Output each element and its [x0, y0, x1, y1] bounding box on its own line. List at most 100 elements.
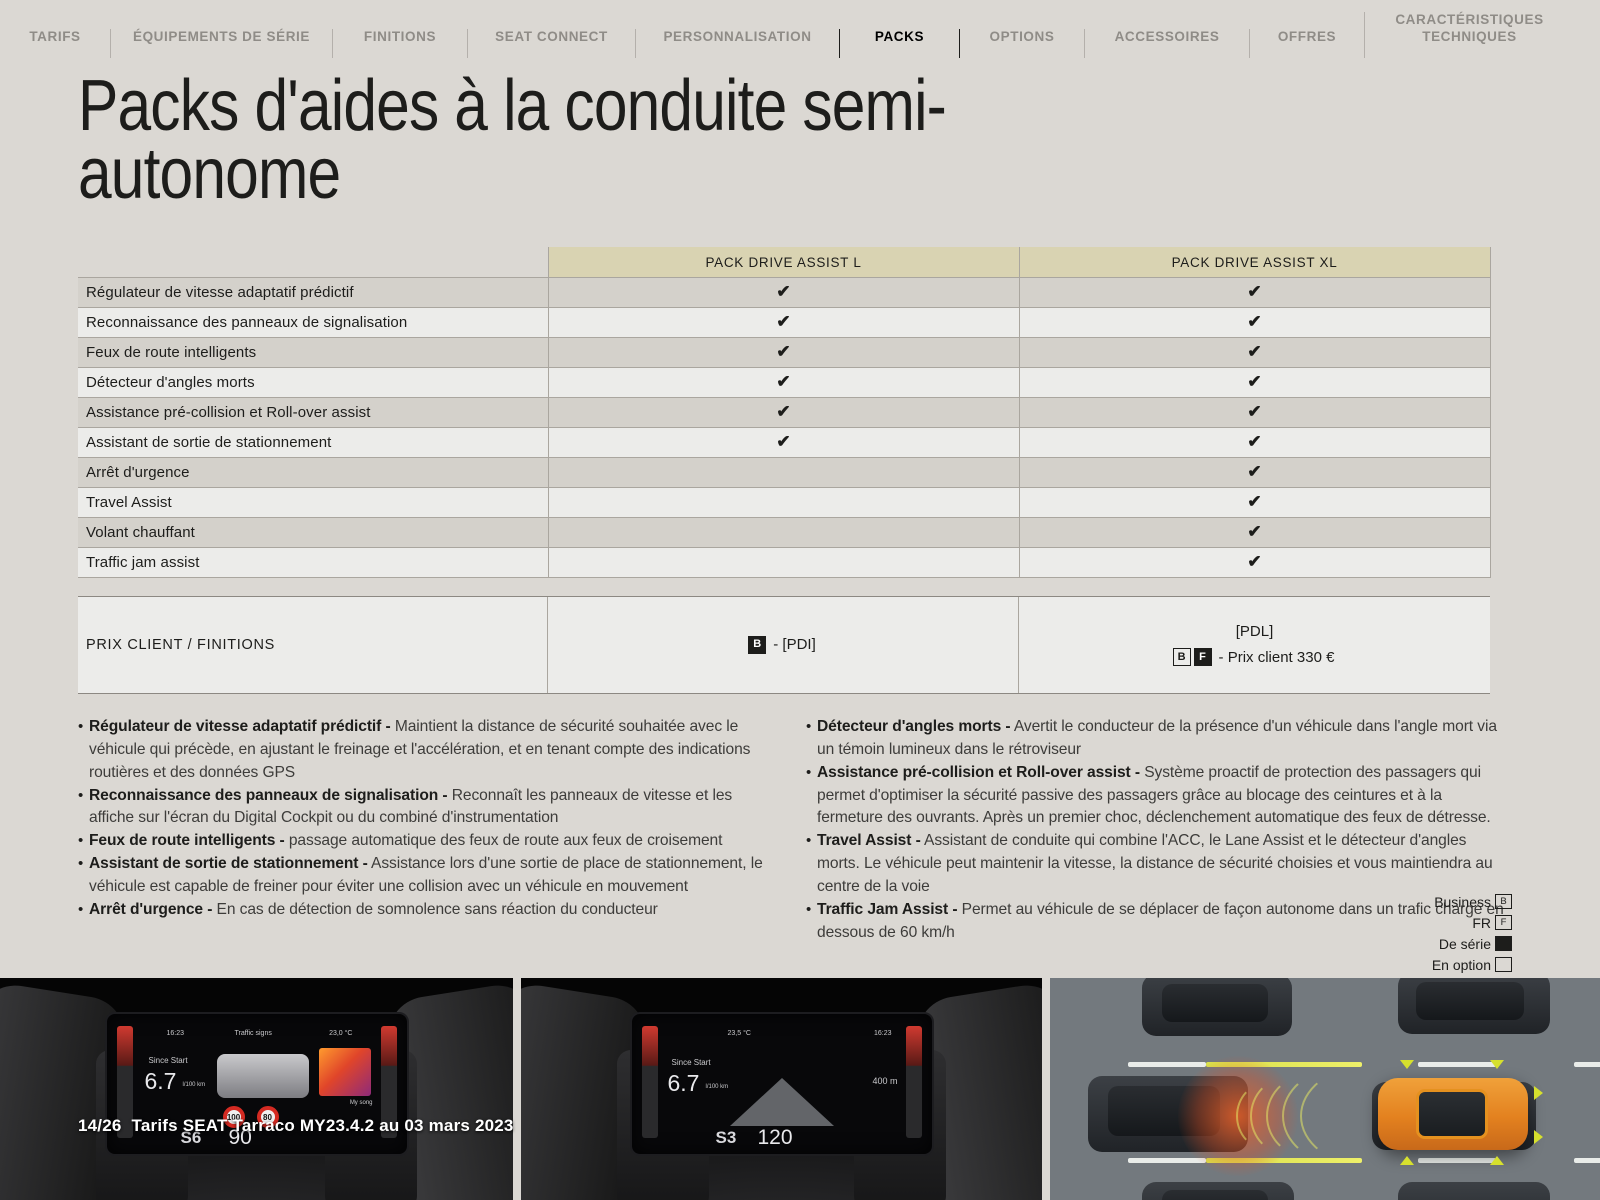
cluster-consumption-value: 6.7	[667, 1070, 700, 1096]
legend-label: Business	[1434, 893, 1491, 910]
feature-name: Détecteur d'angles morts	[78, 366, 549, 398]
feature-description-title: Feux de route intelligents -	[89, 832, 285, 850]
availability-cell-xl: ✔	[1018, 336, 1491, 368]
other-vehicle-roof	[1162, 1190, 1268, 1200]
cluster-media-caption: My song	[349, 1100, 373, 1106]
feature-name: Travel Assist	[78, 486, 549, 518]
cluster-traffic-signs-label: Traffic signs	[234, 1030, 272, 1037]
cluster-temperature: 23,0 °C	[329, 1030, 353, 1037]
lane-marking	[1128, 1158, 1206, 1163]
legend-swatch	[1495, 936, 1512, 951]
lane-marking	[1574, 1062, 1600, 1067]
table-row: Régulateur de vitesse adaptatif prédicti…	[78, 276, 1491, 308]
cluster-time: 16:23	[166, 1030, 185, 1037]
availability-cell-xl: ✔	[1018, 516, 1491, 548]
lane-marking	[1574, 1158, 1600, 1163]
ego-vehicle-windshield	[1416, 1089, 1488, 1139]
photo-digital-cockpit-lane-assist: 23,5 °C 16:23 Since Start 6.7 l/100 km 4…	[521, 978, 1042, 1200]
price-pack-l-text: - [PDI]	[773, 636, 816, 654]
lane-marking	[1418, 1062, 1496, 1067]
nav-item-accessoires[interactable]: ACCESSOIRES	[1084, 29, 1249, 58]
other-vehicle-roof	[1162, 984, 1268, 1022]
sensor-indicator	[1400, 1060, 1414, 1069]
availability-cell-l: ✔	[547, 276, 1020, 308]
table-row: Reconnaissance des panneaux de signalisa…	[78, 306, 1491, 338]
cluster-distance: 400 m	[872, 1076, 898, 1086]
packs-comparison-table: PACK DRIVE ASSIST L PACK DRIVE ASSIST XL…	[78, 246, 1491, 578]
availability-cell-xl: ✔	[1018, 306, 1491, 338]
lane-assist-graphic	[729, 1078, 834, 1126]
feature-description-item: Traffic Jam Assist - Permet au véhicule …	[806, 899, 1508, 945]
sensor-indicator	[1490, 1060, 1504, 1069]
check-icon: ✔	[1247, 372, 1262, 392]
check-icon: ✔	[1247, 402, 1262, 422]
availability-cell-l: ✔	[547, 426, 1020, 458]
sensor-indicator	[1400, 1156, 1414, 1165]
legend-row: FR F	[1432, 913, 1512, 932]
nav-item-caract-ristiques-techniques[interactable]: CARACTÉRISTIQUES TECHNIQUES	[1364, 12, 1574, 58]
nav-item-seat-connect[interactable]: SEAT CONNECT	[467, 29, 635, 58]
price-pack-xl-code: [PDL]	[1235, 623, 1274, 641]
feature-name: Reconnaissance des panneaux de signalisa…	[78, 306, 549, 338]
other-vehicle-roof	[1416, 982, 1524, 1020]
availability-cell-l: ✔	[547, 366, 1020, 398]
feature-description-item: Détecteur d'angles morts - Avertit le co…	[806, 716, 1508, 762]
nav-item-quipements-de-s-rie[interactable]: ÉQUIPEMENTS DE SÉRIE	[110, 29, 332, 58]
finition-badge-business: B	[748, 635, 767, 654]
check-icon: ✔	[1247, 522, 1262, 542]
cluster-time: 16:23	[873, 1030, 892, 1037]
check-icon: ✔	[776, 372, 791, 392]
availability-cell-xl: ✔	[1018, 396, 1491, 428]
feature-description-item: Assistance pré-collision et Roll-over as…	[806, 762, 1508, 831]
price-pack-l: B - [PDI]	[548, 596, 1019, 693]
check-icon: ✔	[776, 432, 791, 452]
availability-cell-xl: ✔	[1018, 546, 1491, 578]
availability-cell-l	[547, 486, 1020, 518]
legend-row: En option	[1432, 955, 1512, 974]
nav-item-tarifs[interactable]: TARIFS	[0, 29, 110, 58]
nav-item-options[interactable]: OPTIONS	[959, 29, 1084, 58]
check-icon: ✔	[1247, 342, 1262, 362]
feature-description-body: En cas de détection de somnolence sans r…	[212, 901, 658, 919]
nav-item-finitions[interactable]: FINITIONS	[332, 29, 467, 58]
sensor-indicator	[1534, 1086, 1543, 1100]
price-pack-xl-text: - Prix client 330 €	[1218, 648, 1335, 666]
footer: 14/26 Tarifs SEAT Tarraco MY23.4.2 au 03 …	[78, 1116, 514, 1136]
feature-description-item: Reconnaissance des panneaux de signalisa…	[78, 785, 778, 831]
price-row: PRIX CLIENT / FINITIONS B - [PDI] [PDL] …	[78, 595, 1490, 694]
road-illustration	[1050, 978, 1600, 1200]
check-icon: ✔	[1247, 492, 1262, 512]
page-number: 14/26	[78, 1116, 122, 1135]
sensor-indicator	[1490, 1156, 1504, 1165]
cluster-consumption-unit: l/100 km	[705, 1084, 729, 1090]
feature-name: Arrêt d'urgence	[78, 456, 549, 488]
legend-label: En option	[1431, 956, 1491, 973]
cluster-speed: 120	[757, 1126, 793, 1149]
availability-cell-xl: ✔	[1018, 276, 1491, 308]
nav-item-personnalisation[interactable]: PERSONNALISATION	[635, 29, 839, 58]
legend-label: De série	[1438, 935, 1491, 952]
feature-description-title: Reconnaissance des panneaux de signalisa…	[89, 786, 448, 804]
price-row-label: PRIX CLIENT / FINITIONS	[78, 596, 548, 693]
legend-label: FR	[1472, 914, 1491, 931]
nav-item-offres[interactable]: OFFRES	[1249, 29, 1364, 58]
feature-name: Assistant de sortie de stationnement	[78, 426, 549, 458]
feature-name: Traffic jam assist	[78, 546, 549, 578]
ego-vehicle	[1378, 1078, 1528, 1150]
feature-description-title: Assistant de sortie de stationnement -	[89, 855, 368, 873]
price-pack-l-badges: B - [PDI]	[748, 635, 818, 654]
nav-item-packs[interactable]: PACKS	[839, 29, 959, 58]
feature-description-title: Traffic Jam Assist -	[817, 901, 958, 919]
table-row: Assistance pré-collision et Roll-over as…	[78, 396, 1491, 428]
top-navigation: TARIFS ÉQUIPEMENTS DE SÉRIE FINITIONS SEAT …	[0, 0, 1600, 58]
check-icon: ✔	[1247, 432, 1262, 452]
feature-description-item: Régulateur de vitesse adaptatif prédicti…	[78, 716, 778, 785]
availability-cell-l	[547, 516, 1020, 548]
cluster-temperature: 23,5 °C	[727, 1030, 751, 1037]
check-icon: ✔	[1247, 552, 1262, 572]
check-icon: ✔	[776, 402, 791, 422]
feature-description-title: Régulateur de vitesse adaptatif prédicti…	[89, 717, 391, 735]
table-header-blank	[78, 247, 548, 278]
feature-description-title: Arrêt d'urgence -	[89, 901, 213, 919]
feature-description-body: passage automatique des feux de route au…	[284, 832, 723, 850]
